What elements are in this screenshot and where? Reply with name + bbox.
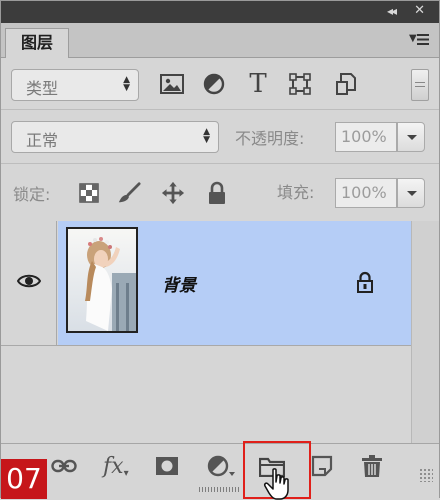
layers-scrollbar[interactable]	[411, 221, 439, 443]
layers-panel: ◂◂ ✕ 图层 ▼ 类型 ▲ ▼ T 正常 ▲ ▼ 不透明度: 100% 锁定:…	[0, 0, 440, 500]
collapse-panel-button[interactable]: ◂◂	[387, 4, 397, 18]
visibility-toggle[interactable]	[1, 221, 57, 345]
tab-bar: 图层 ▼	[1, 23, 439, 58]
panel-title-strip: ◂◂ ✕	[1, 1, 439, 23]
filter-toggle-switch[interactable]	[411, 69, 429, 101]
hand-cursor-icon	[264, 468, 289, 500]
image-filter-icon[interactable]	[159, 71, 185, 97]
resize-grip[interactable]	[199, 487, 239, 492]
link-layers-icon[interactable]	[51, 452, 77, 480]
lock-transparent-pixels-icon[interactable]	[77, 181, 101, 205]
lock-position-icon[interactable]	[161, 181, 185, 205]
blend-row: 正常 ▲ ▼ 不透明度: 100%	[1, 109, 439, 164]
smart-object-filter-icon[interactable]	[333, 71, 359, 97]
filter-row: 类型 ▲ ▼ T	[1, 57, 439, 110]
delete-layer-icon[interactable]	[361, 452, 383, 480]
fill-label: 填充:	[277, 183, 315, 202]
opacity-label: 不透明度:	[235, 129, 305, 148]
blend-mode-dropdown[interactable]: 正常 ▲ ▼	[11, 121, 219, 153]
step-badge: 07	[1, 459, 47, 499]
fx-icon[interactable]: fx ▾	[103, 452, 129, 480]
eye-icon	[17, 274, 41, 288]
dropdown-arrows-icon: ▲ ▼	[203, 127, 210, 145]
opacity-slider-arrow[interactable]	[397, 122, 425, 152]
layers-list: 背景	[1, 221, 439, 443]
type-filter-icon[interactable]: T	[245, 69, 271, 99]
tab-layers[interactable]: 图层	[5, 28, 69, 58]
lock-row: 锁定: 填充: 100%	[1, 163, 439, 222]
adjustment-filter-icon[interactable]	[201, 71, 227, 97]
panel-menu-icon[interactable]: ▼	[409, 31, 431, 49]
bottom-toolbar: fx ▾	[1, 441, 439, 500]
layer-name[interactable]: 背景	[162, 271, 196, 296]
layer-row[interactable]: 背景	[1, 221, 411, 346]
lock-label: 锁定:	[13, 185, 51, 204]
lock-image-pixels-icon[interactable]	[117, 181, 141, 205]
opacity-input[interactable]: 100%	[335, 122, 397, 152]
layer-thumbnail	[66, 227, 138, 333]
layer-selection[interactable]: 背景	[58, 221, 411, 345]
fill-input[interactable]: 100%	[335, 178, 397, 208]
panel-resize-handle[interactable]	[419, 468, 433, 482]
add-mask-icon[interactable]	[155, 452, 179, 480]
fill-slider-arrow[interactable]	[397, 178, 425, 208]
blend-mode-label: 正常	[26, 131, 59, 150]
close-panel-button[interactable]: ✕	[414, 3, 425, 18]
shape-filter-icon[interactable]	[287, 71, 313, 97]
layer-lock-icon	[357, 271, 373, 293]
filter-kind-dropdown[interactable]: 类型 ▲ ▼	[11, 69, 139, 101]
dropdown-arrows-icon: ▲ ▼	[123, 75, 130, 93]
new-layer-icon[interactable]	[311, 452, 333, 480]
adjustment-layer-icon[interactable]	[207, 452, 235, 480]
filter-kind-label: 类型	[26, 79, 59, 98]
fx-label: fx	[103, 453, 124, 479]
lock-all-icon[interactable]	[205, 181, 229, 205]
